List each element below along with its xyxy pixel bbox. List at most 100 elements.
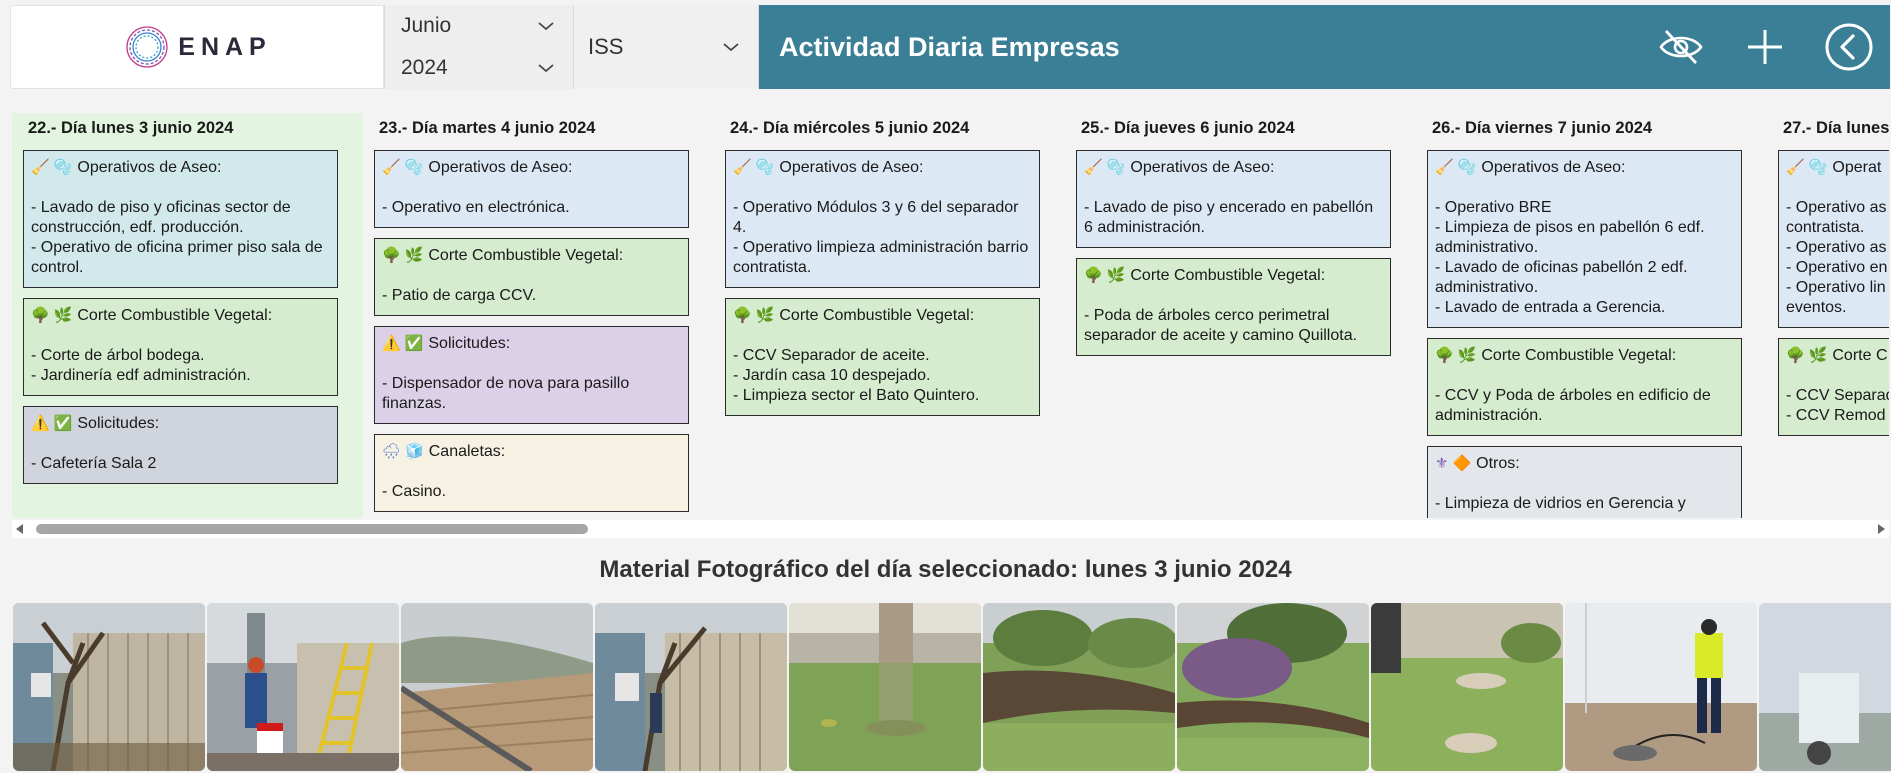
card-title: Corte Combustible Vegetal: — [779, 307, 975, 324]
card-line: - Operativo as — [1786, 239, 1887, 256]
day-column[interactable]: 27.- Día lunes 🧹 🫧 Operat - Operativo as cont… — [1767, 113, 1889, 518]
day-column[interactable]: 22.- Día lunes 3 junio 2024 🧹 🫧 Operativos … — [12, 113, 363, 518]
card-title: Corte C — [1832, 347, 1888, 364]
card-line: - Jardinería edf administración. — [31, 367, 251, 384]
card-line: - Limpieza de vidrios en Gerencia y — [1435, 495, 1686, 512]
day-heading: 23.- Día martes 4 junio 2024 — [379, 119, 596, 137]
card-title-row: 🌳 🌿 Corte Combustible Vegetal: — [733, 306, 1032, 326]
card-title: Otros: — [1476, 455, 1520, 472]
check-box-icon: ✅ — [53, 415, 73, 432]
photo-thumbnail[interactable] — [207, 603, 399, 771]
leaf-icon: 🌿 — [1457, 347, 1477, 364]
scroll-right-arrow-icon[interactable] — [1878, 524, 1885, 534]
card-title-row: 🧹 🫧 Operativos de Aseo: — [1084, 158, 1383, 178]
day-column[interactable]: 25.- Día jueves 6 junio 2024 🧹 🫧 Operativos… — [1065, 113, 1416, 518]
month-dropdown[interactable]: Junio — [385, 5, 573, 47]
card-title: Corte Combustible Vegetal: — [428, 247, 624, 264]
day-heading: 24.- Día miércoles 5 junio 2024 — [730, 119, 970, 137]
year-dropdown[interactable]: 2024 — [385, 47, 573, 89]
check-box-icon: ✅ — [404, 335, 424, 352]
soap-bubbles-icon: 🫧 — [53, 159, 73, 176]
day-heading: 26.- Día viernes 7 junio 2024 — [1432, 119, 1653, 137]
activity-card-corte: 🌳 🌿 Corte Combustible Vegetal: - Corte de á… — [23, 298, 338, 396]
soap-bubbles-icon: 🫧 — [1106, 159, 1126, 176]
photo-thumbnail[interactable] — [401, 603, 593, 771]
scroll-left-arrow-icon[interactable] — [16, 524, 23, 534]
photo-thumbnail[interactable] — [983, 603, 1175, 771]
card-line: - Patio de carga CCV. — [382, 287, 537, 304]
card-title: Operativos de Aseo: — [1130, 159, 1275, 176]
photo-strip[interactable] — [13, 603, 1891, 771]
card-line: - Casino. — [382, 483, 447, 500]
horizontal-scrollbar[interactable] — [12, 520, 1889, 538]
card-line: - CCV Remod — [1786, 407, 1886, 424]
day-heading: 25.- Día jueves 6 junio 2024 — [1081, 119, 1295, 137]
card-line: - CCV Separador de aceite. — [733, 347, 930, 364]
broom-icon: 🧹 — [382, 159, 401, 176]
card-line: - Jardín casa 10 despejado. — [733, 367, 931, 384]
card-line: - Limpieza sector el Bato Quintero. — [733, 387, 980, 404]
chevron-down-icon — [538, 64, 554, 73]
card-line: - Lavado de piso y oficinas sector de co… — [31, 199, 291, 236]
photo-thumbnail[interactable] — [1759, 603, 1891, 771]
card-line: - Operativo en electrónica. — [382, 199, 570, 216]
warning-icon: ⚠️ — [31, 415, 50, 432]
days-scroll-area[interactable]: 22.- Día lunes 3 junio 2024 🧹 🫧 Operativos … — [12, 113, 1889, 518]
card-title-row: 🧹 🫧 Operat — [1786, 158, 1889, 178]
scrollbar-thumb[interactable] — [36, 524, 588, 534]
photo-thumbnail[interactable] — [789, 603, 981, 771]
card-title: Solicitudes: — [428, 335, 511, 352]
photo-thumbnail[interactable] — [1177, 603, 1369, 771]
card-line: - Operativo en — [1786, 259, 1888, 276]
card-line: - Limpieza de pisos en pabellón 6 edf. a… — [1435, 219, 1705, 256]
year-value: 2024 — [401, 56, 448, 79]
logo-text: ENAP — [178, 32, 272, 61]
plus-icon[interactable] — [1740, 22, 1790, 72]
chevron-down-icon — [723, 43, 739, 52]
card-line: - CCV Separad — [1786, 387, 1889, 404]
back-circle-icon[interactable] — [1824, 22, 1874, 72]
card-line: - Operativo BRE — [1435, 199, 1552, 216]
photo-thumbnail[interactable] — [595, 603, 787, 771]
broom-icon: 🧹 — [1084, 159, 1103, 176]
photo-thumbnail[interactable] — [1565, 603, 1757, 771]
broom-icon: 🧹 — [1435, 159, 1454, 176]
activity-card-corte: 🌳 🌿 Corte C - CCV Separad - CCV Remod — [1778, 338, 1889, 436]
card-title: Operativos de Aseo: — [1481, 159, 1626, 176]
activity-card-aseo: 🧹 🫧 Operat - Operativo as contratista. - Oper… — [1778, 150, 1889, 328]
tree-icon: 🌳 — [1435, 347, 1454, 364]
card-title: Operat — [1832, 159, 1882, 176]
leaf-icon: 🌿 — [1106, 267, 1126, 284]
card-title-row: 🌳 🌿 Corte Combustible Vegetal: — [382, 246, 681, 266]
card-line: - Operativo de oficina primer piso sala … — [31, 239, 323, 276]
card-title: Corte Combustible Vegetal: — [77, 307, 273, 324]
company-dropdown[interactable]: ISS — [574, 5, 759, 89]
day-column[interactable]: 23.- Día martes 4 junio 2024 🧹 🫧 Operativos… — [363, 113, 714, 518]
tree-icon: 🌳 — [733, 307, 752, 324]
page-title: Actividad Diaria Empresas — [779, 31, 1120, 62]
card-title-row: 🌧 🧊 Canaletas: — [382, 442, 681, 462]
activity-card-aseo: 🧹 🫧 Operativos de Aseo: - Operativo BRE - Li… — [1427, 150, 1742, 328]
card-line: - Dispensador de nova para pasillo finan… — [382, 375, 630, 412]
photo-thumbnail[interactable] — [13, 603, 205, 771]
day-column[interactable]: 26.- Día viernes 7 junio 2024 🧹 🫧 Operativo… — [1416, 113, 1767, 518]
broom-icon: 🧹 — [31, 159, 50, 176]
day-column[interactable]: 24.- Día miércoles 5 junio 2024 🧹 🫧 Operati… — [714, 113, 1065, 518]
eye-off-icon[interactable] — [1656, 22, 1706, 72]
day-heading: 27.- Día lunes — [1783, 119, 1889, 137]
card-title-row: ⚜ 🔶 Otros: — [1435, 454, 1734, 474]
leaf-icon: 🌿 — [404, 247, 424, 264]
card-title-row: 🌳 🌿 Corte Combustible Vegetal: — [31, 306, 330, 326]
photo-section-title: Material Fotográfico del día seleccionad… — [599, 556, 1292, 583]
fleur-icon: ⚜ — [1435, 455, 1449, 472]
soap-bubbles-icon: 🫧 — [1808, 159, 1828, 176]
cube-icon: 🧊 — [405, 443, 424, 460]
soap-bubbles-icon: 🫧 — [404, 159, 424, 176]
date-filter: Junio 2024 — [384, 5, 574, 89]
photo-thumbnail[interactable] — [1371, 603, 1563, 771]
card-line: - Lavado de oficinas pabellón 2 edf. adm… — [1435, 259, 1688, 296]
card-title: Operativos de Aseo: — [428, 159, 573, 176]
card-line: - Poda de árboles cerco perimetral separ… — [1084, 307, 1358, 344]
activity-card-aseo: 🧹 🫧 Operativos de Aseo: - Operativo Módulos… — [725, 150, 1040, 288]
activity-card-otros: ⚜ 🔶 Otros: - Limpieza de vidrios en Gerenci… — [1427, 446, 1742, 518]
